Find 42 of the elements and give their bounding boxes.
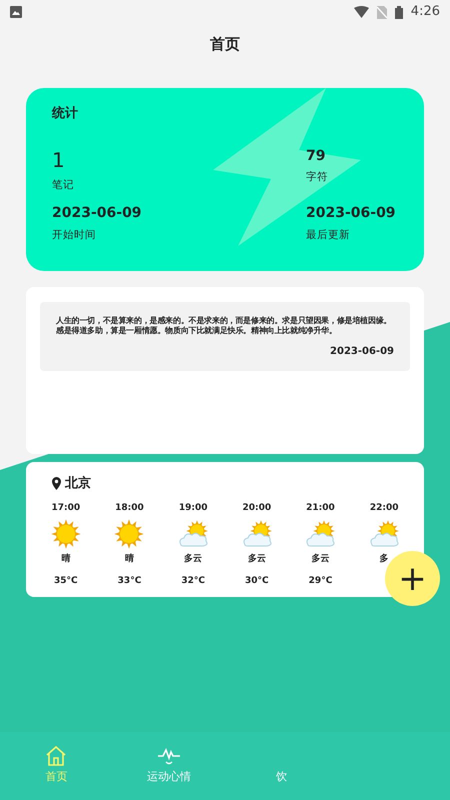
nav-tab[interactable]: 运动心情: [112, 732, 225, 800]
hour-label: 20:00: [242, 502, 272, 514]
weather-condition: 晴: [124, 553, 134, 566]
stat-label: 笔记: [52, 178, 75, 193]
hour-label: 17:00: [52, 502, 80, 514]
sun-icon: [50, 518, 82, 550]
city-name: 北京: [65, 474, 91, 493]
wifi-icon: [354, 6, 369, 18]
pulse-icon: [158, 746, 180, 766]
home-icon: [45, 746, 68, 766]
hour-label: 22:00: [370, 502, 398, 514]
location-pin-icon: [52, 477, 61, 490]
status-time: 4:26: [410, 3, 440, 22]
temperature: 32°C: [181, 574, 205, 588]
quote-text: 人生的一切，不是算来的，是感来的。不是求来的，而是修来的。求是只望因果，修是培植因缘。感是得道多助，算是一厢情愿。物质向下比就满足快乐。精神向上比就纯净升华。: [56, 316, 392, 336]
temperature: 35°C: [54, 574, 78, 588]
temperature: 30°C: [245, 574, 269, 588]
battery-icon: [394, 6, 403, 18]
nav-tab[interactable]: 首页: [0, 732, 112, 800]
weather-condition: 多云: [248, 553, 266, 566]
page-title: 首页: [210, 34, 240, 55]
no-sim-icon: [376, 6, 387, 18]
stat-value: 1: [52, 148, 66, 172]
stat-value: 2023-06-09: [306, 205, 397, 222]
stat-value: 2023-06-09: [52, 205, 143, 222]
stat-value: 79: [306, 148, 326, 164]
stat-label: 字符: [306, 170, 329, 186]
nav-tab[interactable]: 饮: [225, 732, 338, 800]
hour-label: 21:00: [306, 502, 335, 514]
weather-condition: 多云: [184, 553, 202, 566]
image-icon: [10, 6, 22, 18]
temperature: 29°C: [308, 574, 332, 588]
sun-icon: [113, 518, 146, 550]
stat-label: 开始时间: [52, 228, 97, 244]
quote-date: 2023-06-09: [330, 346, 394, 357]
temperature: 33°C: [118, 574, 142, 588]
hour-label: 19:00: [178, 502, 208, 514]
stats-title: 统计: [52, 106, 79, 122]
hour-label: 18:00: [115, 502, 144, 514]
stat-label: 最后更新: [306, 228, 351, 244]
weather-condition: 晴: [61, 553, 70, 566]
weather-condition: 多云: [311, 553, 330, 566]
